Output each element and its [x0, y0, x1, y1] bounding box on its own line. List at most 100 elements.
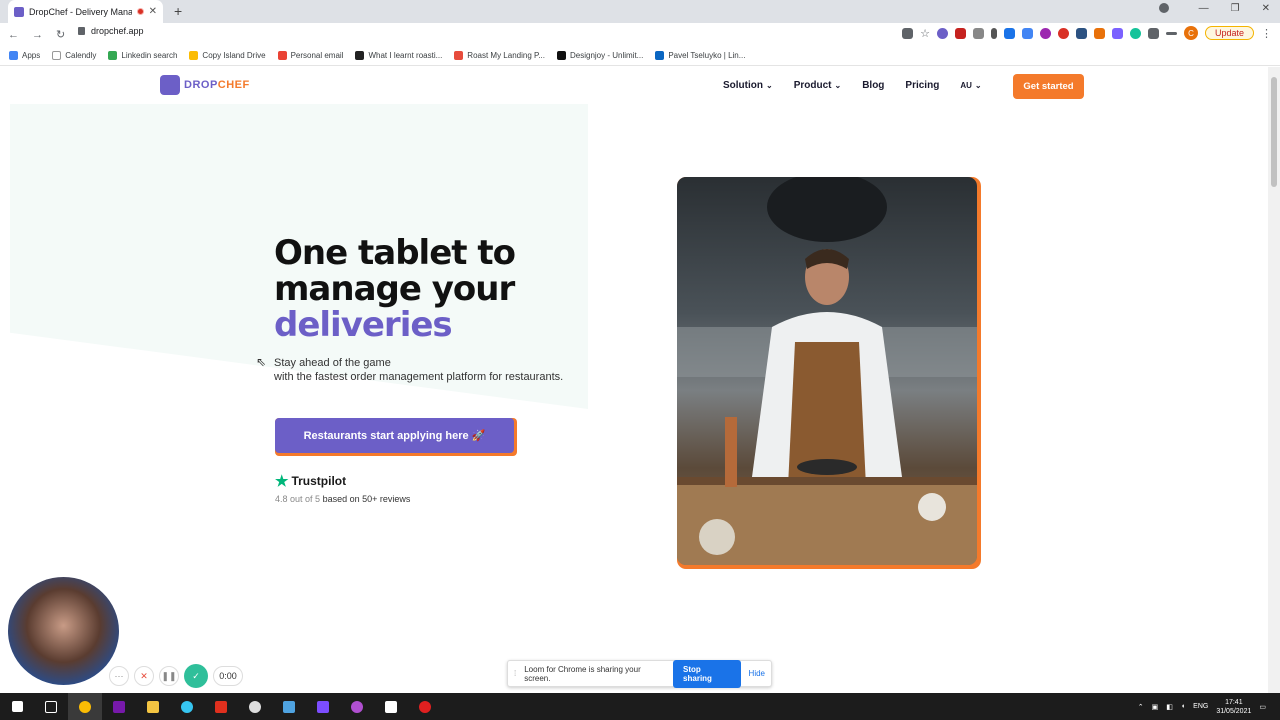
bookmark-label: Personal email [290, 51, 344, 60]
notifications-icon[interactable]: ▭ [1259, 703, 1266, 711]
extension-icon[interactable] [1075, 27, 1087, 39]
profile-avatar[interactable]: C [1183, 26, 1198, 40]
onenote-taskbar-icon[interactable] [102, 693, 136, 720]
extension-icon[interactable] [990, 27, 997, 39]
dropchef-logo[interactable]: DROPCHEF [160, 75, 250, 95]
bookmark-label: Linkedin search [121, 51, 178, 60]
windows-start-icon[interactable] [0, 693, 34, 720]
bookmark-favicon-icon [556, 51, 566, 60]
camera-icon[interactable] [902, 27, 914, 39]
minimize-icon[interactable]: — [1199, 3, 1209, 14]
rating-reviews: based on 50+ reviews [322, 494, 411, 504]
stop-sharing-button[interactable]: Stop sharing [673, 659, 741, 688]
trustpilot-badge[interactable]: ★ Trustpilot [275, 472, 346, 490]
bookmark-item[interactable]: Calendly [52, 51, 96, 60]
bookmark-item[interactable]: Apps [9, 51, 40, 60]
nav-label: Product [793, 80, 832, 91]
new-tab-icon[interactable]: + [174, 3, 182, 19]
nav-label: Pricing [905, 80, 940, 91]
share-message: Loom for Chrome is sharing your screen. [524, 664, 641, 683]
bookmark-star-icon[interactable]: ☆ [920, 27, 930, 40]
network-icon[interactable]: ◧ [1166, 703, 1173, 711]
file-explorer-icon[interactable] [136, 693, 170, 720]
bookmarks-bar: Apps Calendly Linkedin search Copy Island D… [0, 46, 1280, 66]
tray-app-icon[interactable]: ▣ [1152, 703, 1159, 711]
bookmark-item[interactable]: What I learnt roasti... [355, 51, 442, 60]
windows-taskbar: ⌃ ▣ ◧ ◖ ENG 17:41 31/05/2021 ▭ [0, 693, 1280, 720]
extension-icon[interactable] [972, 27, 984, 39]
chef-illustration [677, 177, 977, 565]
lock-icon [78, 27, 85, 35]
close-tab-icon[interactable]: ✕ [149, 6, 157, 17]
extension-icon[interactable] [936, 27, 948, 39]
bookmark-item[interactable]: Pavel Tseluyko | Lin... [655, 51, 745, 60]
restore-icon[interactable]: ❐ [1231, 3, 1240, 14]
downloads-icon[interactable] [1158, 3, 1169, 13]
nav-item-blog[interactable]: Blog [862, 80, 884, 91]
trustpilot-rating: 4.8 out of 5 based on 50+ reviews [275, 494, 410, 504]
extension-icon[interactable] [1057, 27, 1069, 39]
window-controls: — ❐ ✕ [1158, 3, 1270, 14]
loom-pause-icon[interactable]: ❚❚ [159, 666, 179, 686]
task-view-icon[interactable] [34, 693, 68, 720]
scrollbar-thumb[interactable] [1271, 77, 1277, 187]
extension-icon[interactable] [1093, 27, 1105, 39]
acrobat-taskbar-icon[interactable] [204, 693, 238, 720]
chrome-taskbar-icon[interactable] [68, 693, 102, 720]
update-button[interactable]: Update [1204, 26, 1254, 40]
get-started-button[interactable]: Get started [1013, 74, 1084, 99]
extension-icon[interactable] [1111, 27, 1123, 39]
bookmark-item[interactable]: Roast My Landing P... [454, 51, 545, 60]
bookmark-favicon-icon [189, 51, 199, 60]
bookmark-item[interactable]: Designjoy - Unlimit... [556, 51, 643, 60]
bookmark-label: Copy Island Drive [202, 51, 266, 60]
tray-chevron-icon[interactable]: ⌃ [1138, 703, 1144, 711]
menu-kebab-icon[interactable]: ⋮ [1261, 27, 1272, 40]
bookmark-item[interactable]: Copy Island Drive [189, 51, 266, 60]
calculator-icon[interactable] [272, 693, 306, 720]
logo-text-chef: CHEF [217, 79, 250, 91]
app-taskbar-icon[interactable] [340, 693, 374, 720]
nav-item-solution[interactable]: Solution ⌄ [723, 80, 773, 91]
clock[interactable]: 17:41 31/05/2021 [1216, 698, 1251, 716]
close-window-icon[interactable]: ✕ [1262, 3, 1270, 14]
page-scrollbar[interactable] [1268, 67, 1280, 693]
volume-icon[interactable]: ◖ [1181, 703, 1185, 710]
drag-handle-icon[interactable]: ⁞ [514, 669, 516, 678]
language-indicator[interactable]: ENG [1193, 703, 1208, 710]
reload-icon[interactable]: ↻ [56, 28, 65, 41]
extension-icon[interactable] [1021, 27, 1033, 39]
nav-item-product[interactable]: Product ⌄ [794, 80, 841, 91]
notion-taskbar-icon[interactable] [374, 693, 408, 720]
loom-finish-icon[interactable]: ✓ [184, 664, 208, 688]
loom-webcam-bubble[interactable] [6, 575, 121, 687]
tab-dropchef[interactable]: DropChef - Delivery Manage ✕ [8, 0, 163, 23]
loom-more-icon[interactable]: ··· [109, 666, 129, 686]
address-bar[interactable]: dropchef.app [78, 26, 144, 36]
loom-cancel-icon[interactable]: ✕ [134, 666, 154, 686]
hide-button[interactable]: Hide [749, 669, 765, 678]
bookmark-label: Apps [22, 51, 41, 60]
reading-list-icon[interactable] [1165, 31, 1177, 35]
hero-heading: One tablet to manage your deliveries [274, 235, 516, 343]
forward-icon[interactable]: → [32, 29, 43, 41]
bookmark-label: Roast My Landing P... [467, 51, 545, 60]
nav-item-pricing[interactable]: Pricing [905, 80, 939, 91]
back-icon[interactable]: ← [8, 29, 19, 41]
extension-icon[interactable] [1039, 27, 1051, 39]
bookmark-item[interactable]: Personal email [277, 51, 344, 60]
bookmark-item[interactable]: Linkedin search [108, 51, 177, 60]
browser-tab-strip: DropChef - Delivery Manage ✕ + — ❐ ✕ [0, 0, 1280, 23]
recorder-taskbar-icon[interactable] [408, 693, 442, 720]
extension-icon[interactable] [1003, 27, 1015, 39]
restaurants-apply-button[interactable]: Restaurants start applying here 🚀 [275, 418, 514, 453]
app-taskbar-icon[interactable] [306, 693, 340, 720]
chef-photo [677, 177, 977, 565]
extension-icon[interactable] [954, 27, 966, 39]
slack-taskbar-icon[interactable] [170, 693, 204, 720]
nav-label: Solution [723, 80, 763, 91]
grammarly-icon[interactable] [1129, 27, 1141, 39]
nav-item-au[interactable]: AU ⌄ [960, 80, 981, 91]
puzzle-icon[interactable] [1147, 27, 1159, 39]
settings-gear-icon[interactable] [238, 693, 272, 720]
